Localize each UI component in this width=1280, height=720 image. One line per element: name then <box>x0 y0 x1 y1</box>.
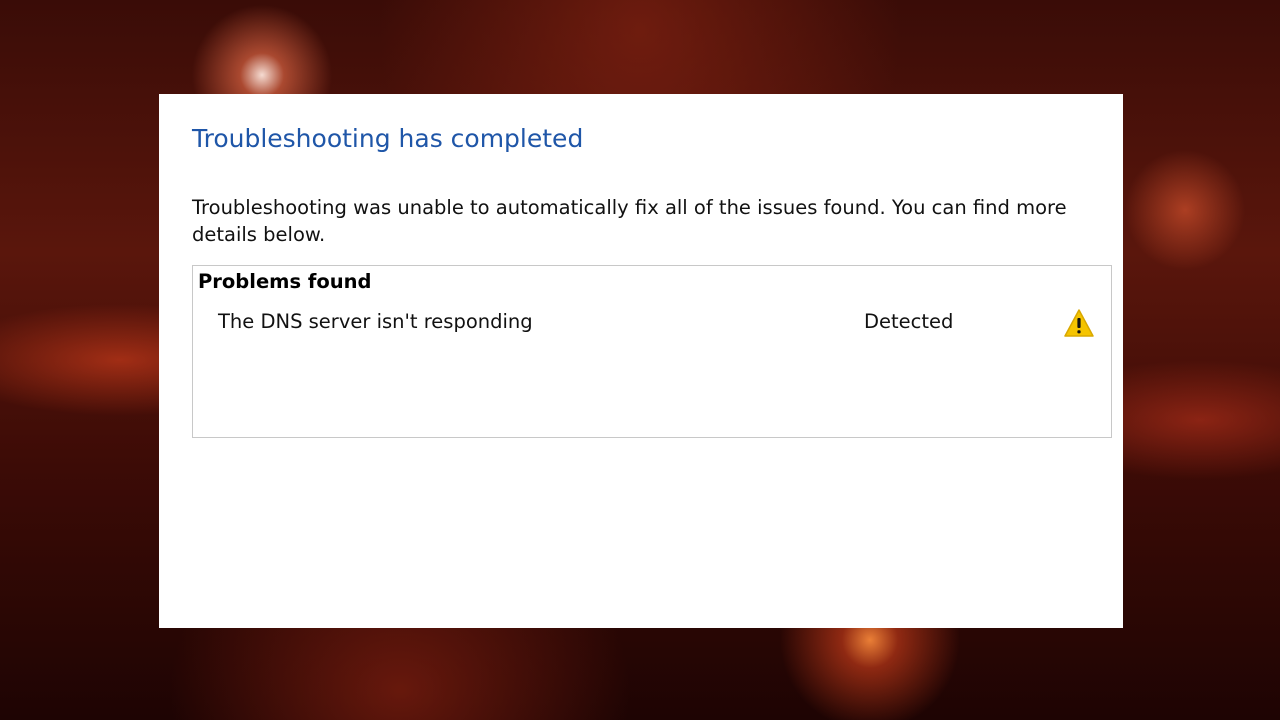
problems-found-panel: Problems found The DNS server isn't resp… <box>192 265 1112 438</box>
troubleshooter-dialog: Troubleshooting has completed Troublesho… <box>159 94 1123 628</box>
problem-status: Detected <box>864 310 954 333</box>
dialog-title: Troubleshooting has completed <box>192 124 584 153</box>
warning-icon <box>1064 309 1094 337</box>
problem-row[interactable]: The DNS server isn't responding Detected <box>193 306 1111 342</box>
dialog-description: Troubleshooting was unable to automatica… <box>192 196 1067 246</box>
problems-found-header: Problems found <box>198 270 372 293</box>
problem-name: The DNS server isn't responding <box>218 310 533 333</box>
